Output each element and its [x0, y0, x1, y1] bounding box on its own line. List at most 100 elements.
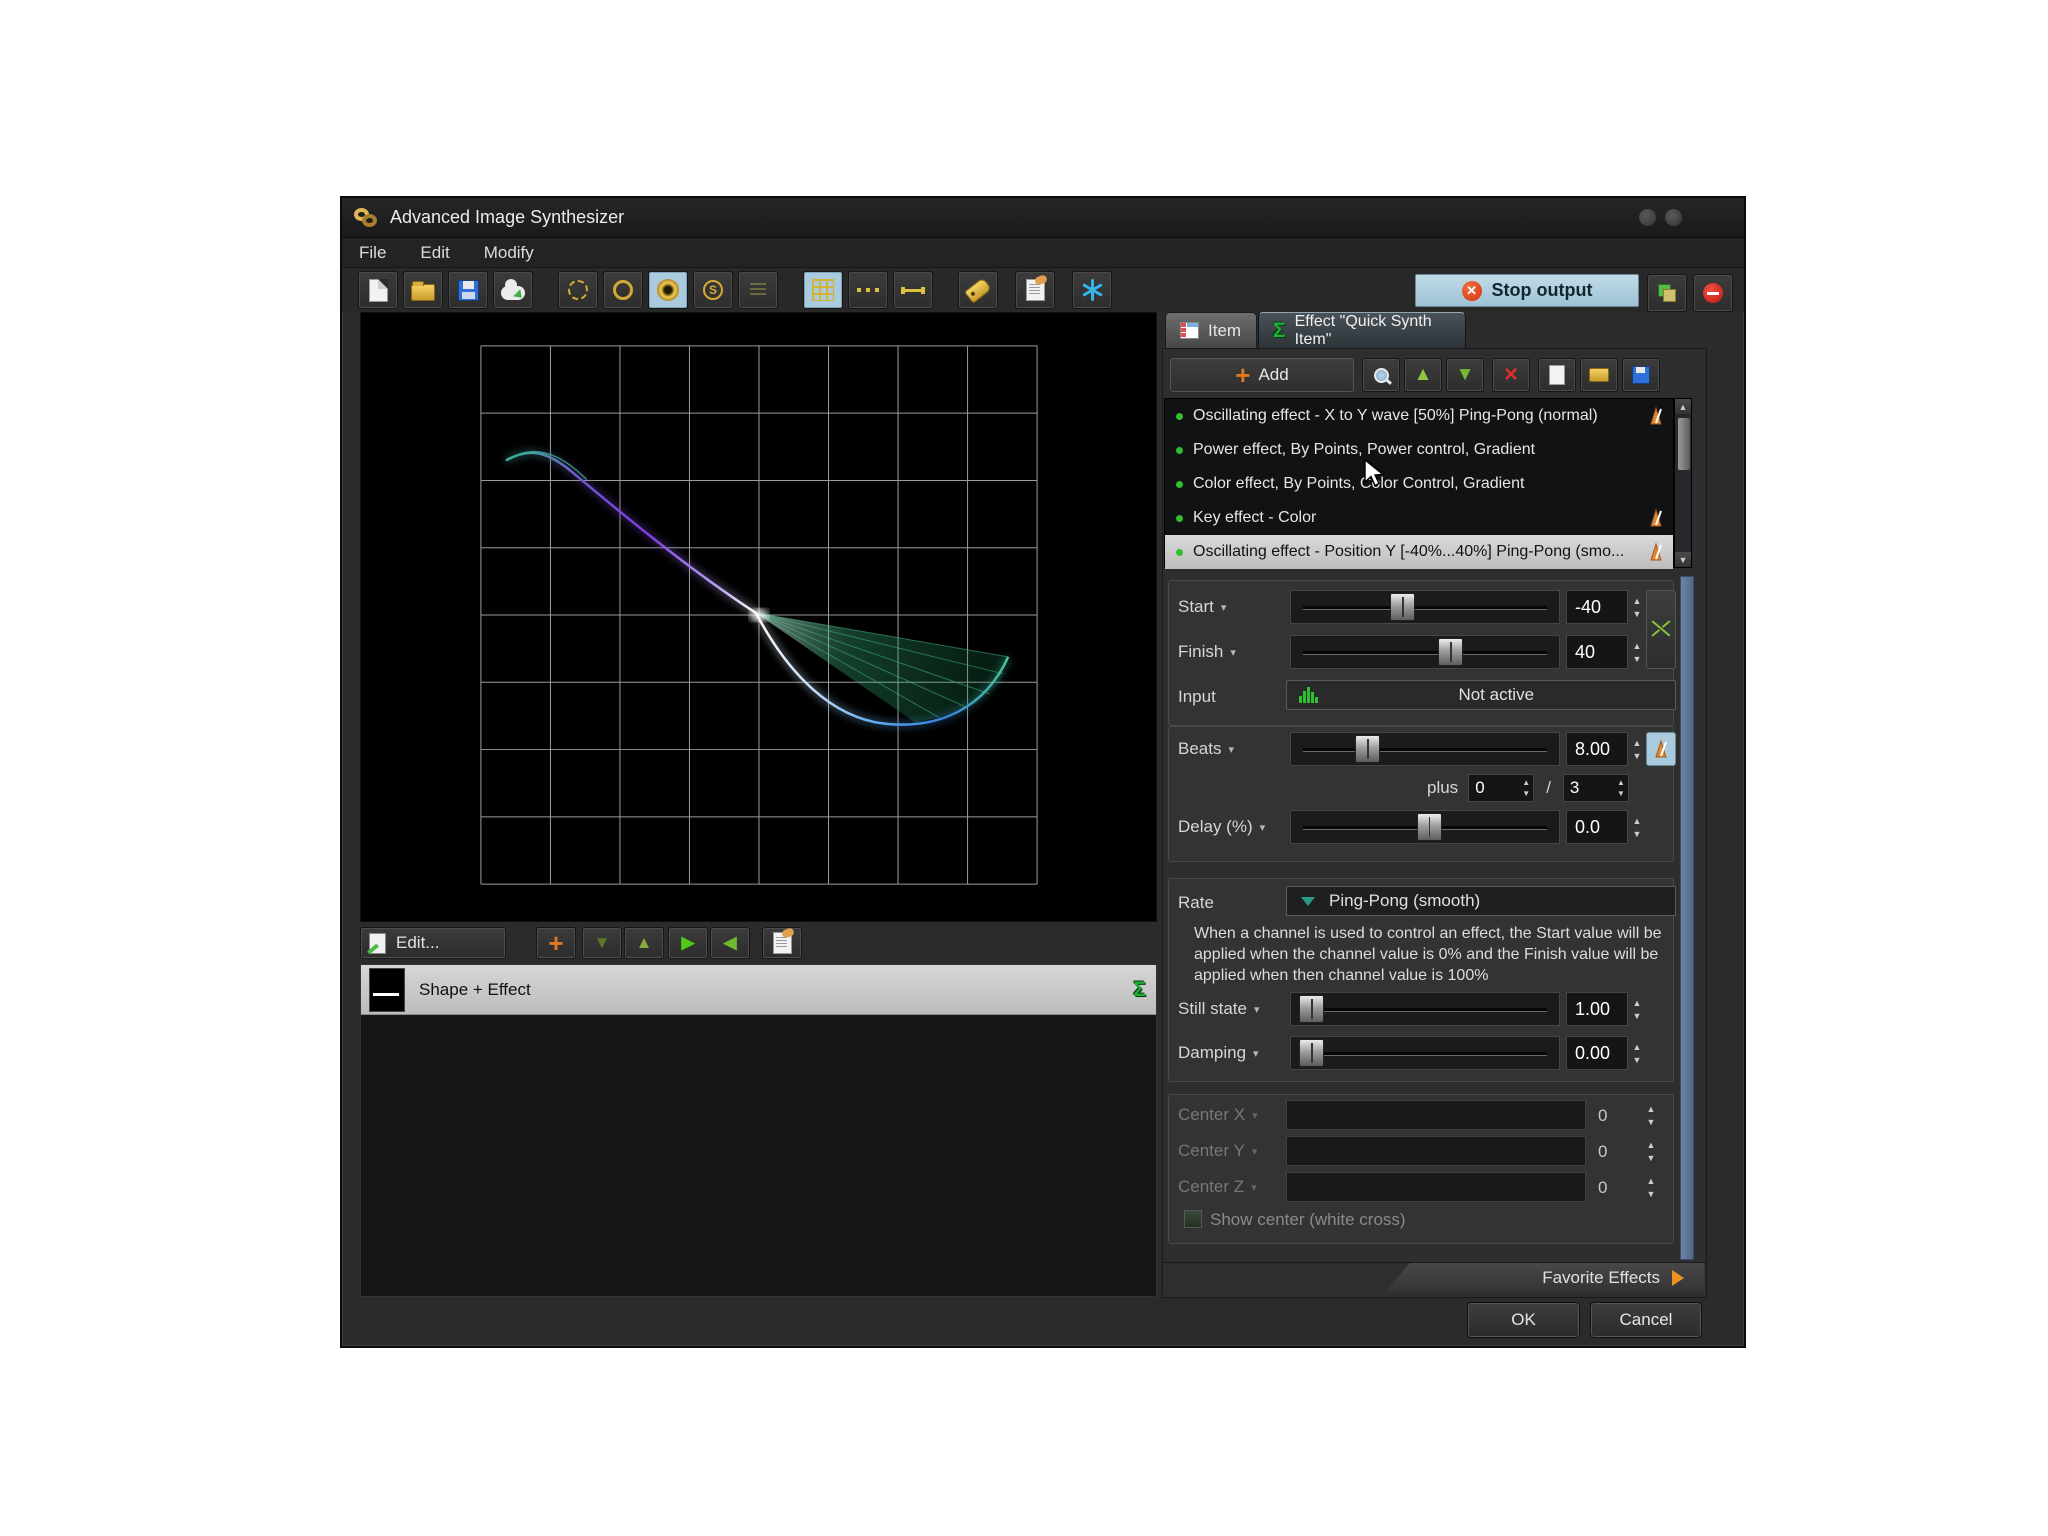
points-mode-button[interactable] — [848, 271, 888, 309]
still-state-slider[interactable] — [1290, 992, 1560, 1026]
preview-canvas[interactable] — [360, 312, 1157, 922]
add-effect-button[interactable]: Add — [1170, 358, 1354, 392]
close-button[interactable] — [1665, 209, 1682, 226]
scroll-down-icon[interactable] — [1675, 552, 1691, 567]
add-shape-button[interactable] — [536, 927, 576, 959]
filled-circle-tool-button[interactable] — [648, 271, 688, 309]
save-button[interactable] — [448, 271, 488, 309]
start-label[interactable]: Start — [1178, 590, 1286, 624]
circle-tool-button[interactable] — [603, 271, 643, 309]
rate-dropdown[interactable]: Ping-Pong (smooth) — [1286, 886, 1676, 916]
denominator-spinner[interactable] — [1617, 778, 1628, 798]
beats-spinner[interactable] — [1628, 732, 1646, 766]
still-state-spinner[interactable] — [1628, 992, 1646, 1026]
s-shape-tool-button[interactable] — [693, 271, 733, 309]
menu-bar: File Edit Modify — [342, 238, 1744, 268]
copy-pages-button[interactable] — [1647, 274, 1687, 312]
still-state-value[interactable]: 1.00 — [1566, 992, 1628, 1026]
plus-beats-row: plus 0 / 3 — [1427, 774, 1629, 802]
effect-new-button[interactable] — [1538, 358, 1576, 392]
plus-value-box[interactable]: 0 — [1468, 774, 1534, 802]
effect-item-oscillating-x-to-y[interactable]: Oscillating effect - X to Y wave [50%] P… — [1165, 399, 1673, 433]
beats-label[interactable]: Beats — [1178, 732, 1286, 766]
freeze-button[interactable] — [1072, 271, 1112, 309]
ok-button[interactable]: OK — [1467, 1302, 1580, 1338]
effect-move-up-button[interactable] — [1404, 358, 1442, 392]
move-down-button[interactable] — [582, 927, 622, 959]
start-spinner[interactable] — [1628, 590, 1646, 624]
plus-spinner[interactable] — [1522, 778, 1533, 798]
new-file-button[interactable] — [358, 271, 398, 309]
track-row-shape-effect[interactable]: Shape + Effect — [361, 965, 1156, 1015]
tab-effect[interactable]: Effect "Quick Synth Item" — [1258, 312, 1466, 348]
effect-label: Oscillating effect - Position Y [-40%...… — [1193, 543, 1645, 561]
damping-slider[interactable] — [1290, 1036, 1560, 1070]
menu-modify[interactable]: Modify — [467, 238, 551, 267]
menu-file[interactable]: File — [342, 238, 403, 267]
swap-start-finish-button[interactable] — [1646, 590, 1676, 669]
effect-move-down-button[interactable] — [1446, 358, 1484, 392]
input-channel-box[interactable]: Not active — [1286, 680, 1676, 710]
search-effect-button[interactable] — [1362, 358, 1400, 392]
effect-delete-button[interactable] — [1492, 358, 1530, 392]
favorite-effects-tab[interactable]: Favorite Effects — [1384, 1263, 1704, 1293]
effect-save-button[interactable] — [1622, 358, 1660, 392]
effect-item-oscillating-position-y[interactable]: Oscillating effect - Position Y [-40%...… — [1165, 535, 1673, 569]
metronome-icon[interactable] — [1645, 541, 1667, 563]
beats-value[interactable]: 8.00 — [1566, 732, 1628, 766]
dropdown-arrow-icon — [1252, 1109, 1258, 1122]
finish-value[interactable]: 40 — [1566, 635, 1628, 669]
delay-label[interactable]: Delay (%) — [1178, 810, 1286, 844]
start-slider[interactable] — [1290, 590, 1560, 624]
effect-item-key-color[interactable]: Key effect - Color — [1165, 501, 1673, 535]
damping-label[interactable]: Damping — [1178, 1036, 1298, 1070]
effect-item-power[interactable]: Power effect, By Points, Power control, … — [1165, 433, 1673, 467]
sigma-effect-icon[interactable] — [1133, 978, 1146, 1002]
minimize-button[interactable] — [1639, 209, 1656, 226]
enabled-dot-icon — [1176, 481, 1183, 488]
effect-open-button[interactable] — [1580, 358, 1618, 392]
beats-slider[interactable] — [1290, 732, 1560, 766]
cloud-save-button[interactable] — [493, 271, 533, 309]
move-right-button[interactable] — [668, 927, 708, 959]
metronome-icon[interactable] — [1645, 405, 1667, 427]
dashed-circle-tool-button[interactable] — [558, 271, 598, 309]
blackout-button[interactable] — [1693, 274, 1733, 312]
plus-denominator-box[interactable]: 3 — [1563, 774, 1629, 802]
scrollbar-thumb[interactable] — [1677, 417, 1691, 471]
beats-metronome-button[interactable] — [1646, 732, 1676, 766]
properties-button[interactable] — [1015, 271, 1055, 309]
finish-label[interactable]: Finish — [1178, 635, 1286, 669]
damping-value[interactable]: 0.00 — [1566, 1036, 1628, 1070]
params-scrollbar[interactable] — [1680, 576, 1694, 1260]
stop-output-button[interactable]: Stop output — [1415, 274, 1639, 307]
stop-x-icon — [1462, 281, 1482, 301]
move-left-button[interactable] — [710, 927, 750, 959]
metronome-icon[interactable] — [1645, 507, 1667, 529]
tab-item[interactable]: Item — [1165, 312, 1257, 348]
delay-spinner[interactable] — [1628, 810, 1646, 844]
effect-list-scrollbar[interactable] — [1674, 398, 1692, 568]
move-up-button[interactable] — [624, 927, 664, 959]
menu-edit[interactable]: Edit — [403, 238, 466, 267]
finish-slider[interactable] — [1290, 635, 1560, 669]
edit-pencil-icon — [369, 933, 386, 954]
edit-button[interactable]: Edit... — [360, 927, 506, 959]
tag-button[interactable] — [958, 271, 998, 309]
list-tool-button[interactable] — [738, 271, 778, 309]
cancel-button[interactable]: Cancel — [1590, 1302, 1702, 1338]
grid-toggle-button[interactable] — [803, 271, 843, 309]
delay-value[interactable]: 0.0 — [1566, 810, 1628, 844]
effect-item-color[interactable]: Color effect, By Points, Color Control, … — [1165, 467, 1673, 501]
open-file-button[interactable] — [403, 271, 443, 309]
line-mode-button[interactable] — [893, 271, 933, 309]
damping-spinner[interactable] — [1628, 1036, 1646, 1070]
still-state-label[interactable]: Still state — [1178, 992, 1298, 1026]
enabled-dot-icon — [1176, 549, 1183, 556]
dropdown-arrow-icon — [1260, 821, 1266, 834]
notes-button[interactable] — [762, 927, 802, 959]
finish-spinner[interactable] — [1628, 635, 1646, 669]
start-value[interactable]: -40 — [1566, 590, 1628, 624]
delay-slider[interactable] — [1290, 810, 1560, 844]
scroll-up-icon[interactable] — [1675, 399, 1691, 414]
